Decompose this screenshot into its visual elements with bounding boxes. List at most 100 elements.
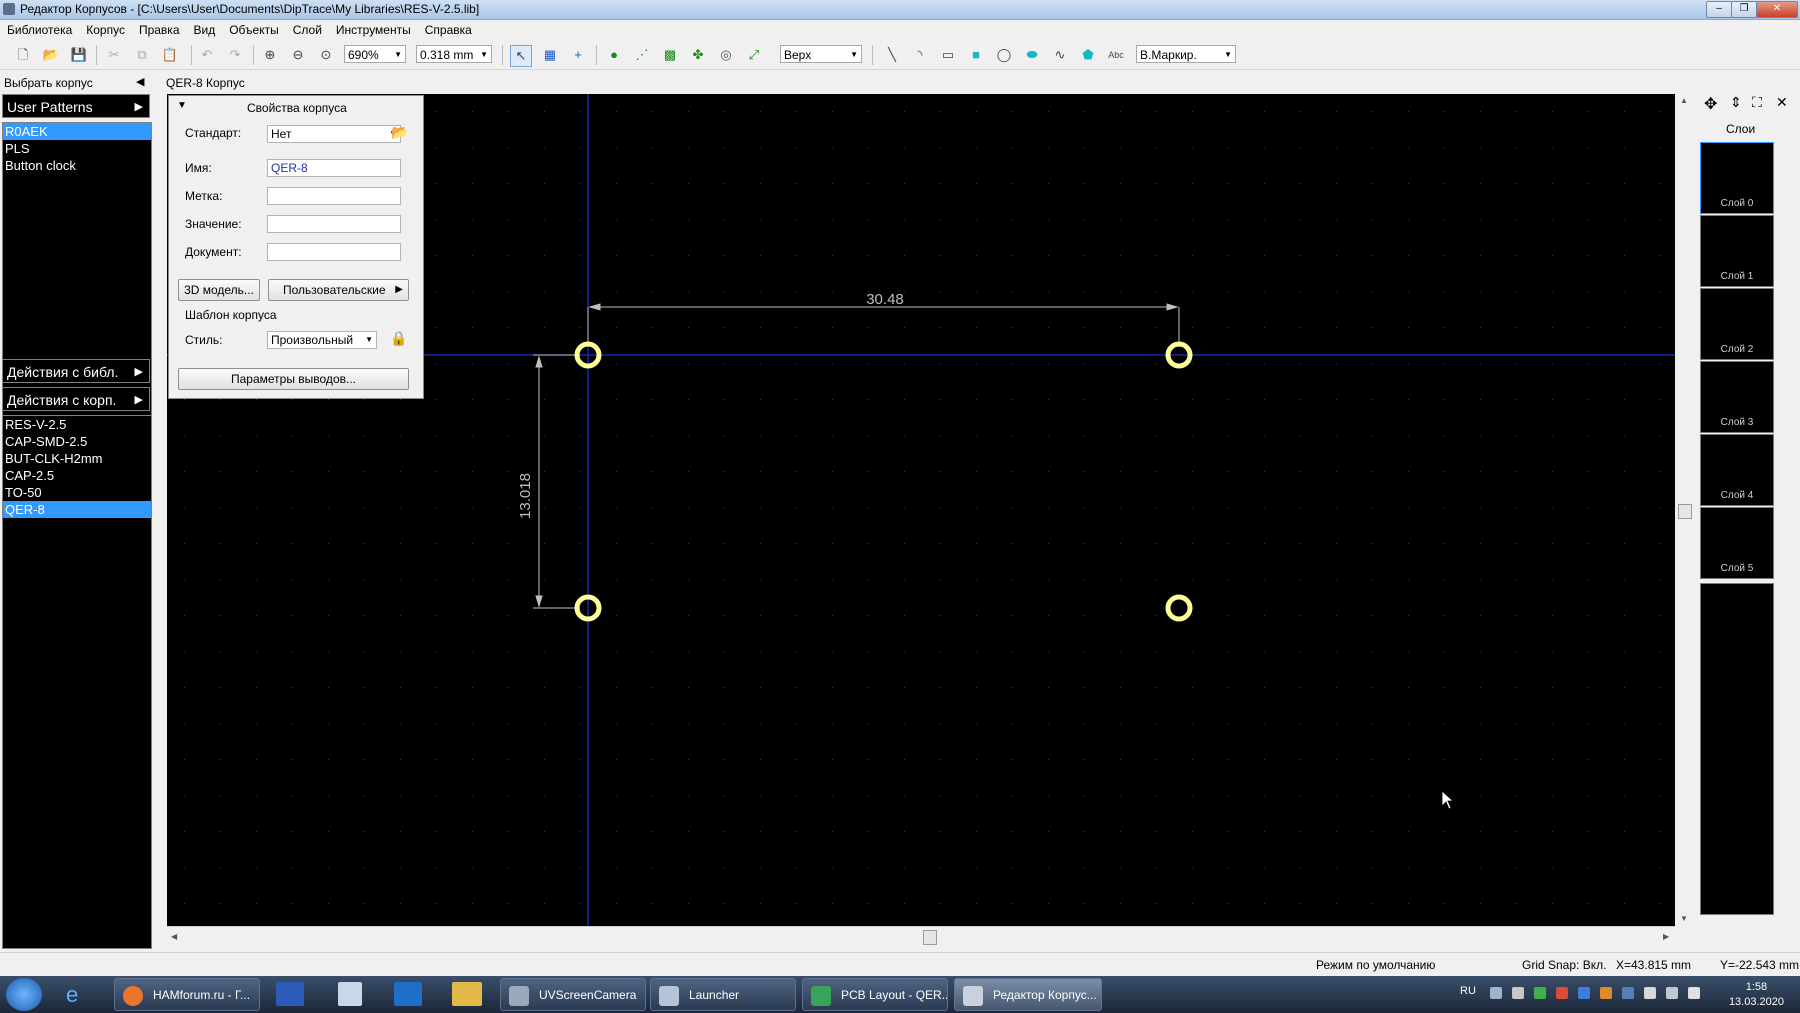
value-field[interactable]	[267, 215, 401, 233]
polyline-tool-icon[interactable]: ∿	[1050, 45, 1070, 65]
clock[interactable]: 1:58 13.03.2020	[1729, 980, 1784, 1010]
menu-view[interactable]: Вид	[187, 20, 223, 40]
user-patterns-button[interactable]: User Patterns ▶	[2, 94, 150, 118]
taskbar-item-pcb-layout[interactable]: PCB Layout - QER...	[802, 978, 948, 1011]
redo-icon[interactable]: ↷	[225, 45, 245, 65]
paste-icon[interactable]: 📋	[160, 45, 180, 65]
start-button[interactable]	[6, 978, 42, 1011]
close-window-button[interactable]: ✕	[1756, 1, 1798, 18]
taskbar-item-launcher[interactable]: Launcher	[650, 978, 796, 1011]
line-tool-icon[interactable]: ╲	[882, 45, 902, 65]
list-item[interactable]: TO-50	[3, 484, 151, 501]
save-icon[interactable]: 💾	[69, 45, 89, 65]
pad-parameters-button[interactable]: Параметры выводов...	[178, 368, 409, 390]
taskbar-item-firefox[interactable]: HAMforum.ru - Г...	[114, 978, 260, 1011]
new-icon[interactable]: 🗋	[13, 45, 33, 65]
copy-icon[interactable]: ⧉	[132, 45, 152, 65]
open-icon[interactable]: 📂	[41, 45, 61, 65]
network-icon[interactable]	[1666, 987, 1678, 999]
folder-icon[interactable]: 📂	[391, 124, 408, 141]
tray-icon[interactable]	[1600, 987, 1612, 999]
layer-thumbnail[interactable]: Слой 0	[1700, 142, 1774, 214]
tray-icon[interactable]	[1490, 987, 1502, 999]
list-item[interactable]: CAP-SMD-2.5	[3, 433, 151, 450]
list-item[interactable]: QER-8	[3, 501, 151, 518]
folder-icon[interactable]	[452, 982, 482, 1006]
vertical-scrollbar[interactable]: ▲ ▼	[1675, 94, 1695, 926]
standard-select[interactable]: Нет ▼	[267, 125, 401, 143]
sort-icon[interactable]: ⇕	[1730, 94, 1742, 111]
menu-tools[interactable]: Инструменты	[329, 20, 418, 40]
menu-layer[interactable]: Слой	[286, 20, 329, 40]
tray-icon[interactable]	[1534, 987, 1546, 999]
tray-icon[interactable]	[1556, 987, 1568, 999]
taskbar-item-pattern-editor[interactable]: Редактор Корпус...	[954, 978, 1102, 1011]
pan-tool-icon[interactable]: ▦	[540, 45, 560, 65]
list-item[interactable]: R0AEK	[3, 123, 151, 140]
3d-model-button[interactable]: 3D модель...	[178, 279, 260, 301]
volume-icon[interactable]	[1688, 987, 1700, 999]
layer-thumbnail[interactable]: Слой 5	[1700, 507, 1774, 579]
list-item[interactable]: CAP-2.5	[3, 467, 151, 484]
mark-field[interactable]	[267, 187, 401, 205]
pad-arc-icon[interactable]: ✤	[688, 45, 708, 65]
arc-tool-icon[interactable]: ◝	[910, 45, 930, 65]
list-item[interactable]: RES-V-2.5	[3, 416, 151, 433]
pad-row-icon[interactable]: ⋰	[632, 45, 652, 65]
tray-icon[interactable]	[1622, 987, 1634, 999]
menu-pattern[interactable]: Корпус	[79, 20, 132, 40]
zoom-in-icon[interactable]: ⊕	[260, 45, 280, 65]
move-icon[interactable]: ✥	[1704, 94, 1717, 114]
name-field[interactable]: QER-8	[267, 159, 401, 177]
zoom-combo[interactable]: 690% ▼	[344, 45, 406, 63]
zoom-out-icon[interactable]: ⊖	[288, 45, 308, 65]
select-tool-icon[interactable]: ↖	[510, 45, 532, 67]
document-field[interactable]	[267, 243, 401, 261]
cut-icon[interactable]: ✂	[104, 45, 124, 65]
measure-icon[interactable]: ⤢	[744, 45, 764, 65]
origin-tool-icon[interactable]: +	[568, 45, 588, 65]
polygon-tool-icon[interactable]: ⬟	[1078, 45, 1098, 65]
close-panel-icon[interactable]: ✕	[1776, 94, 1788, 111]
minimize-button[interactable]: –	[1706, 1, 1732, 18]
side-combo[interactable]: Верх ▼	[780, 45, 862, 63]
list-item[interactable]: Button clock	[3, 157, 151, 174]
pattern-actions-button[interactable]: Действия с корп. ▶	[2, 387, 150, 411]
lock-icon[interactable]: 🔒	[390, 330, 407, 347]
flag-icon[interactable]	[1644, 987, 1656, 999]
layer-thumbnail[interactable]: Слой 2	[1700, 288, 1774, 360]
undo-icon[interactable]: ↶	[197, 45, 217, 65]
user-parameters-button[interactable]: Пользовательские ▶	[268, 279, 409, 301]
filled-rectangle-icon[interactable]: ■	[966, 45, 986, 65]
text-tool-icon[interactable]: Abc	[1106, 45, 1126, 65]
menu-help[interactable]: Справка	[418, 20, 479, 40]
layer-combo[interactable]: В.Маркир. ▼	[1136, 45, 1236, 63]
tray-icon[interactable]	[1512, 987, 1524, 999]
rectangle-tool-icon[interactable]: ▭	[938, 45, 958, 65]
list-item[interactable]: BUT-CLK-H2mm	[3, 450, 151, 467]
maximize-button[interactable]: ❐	[1731, 1, 1757, 18]
pad-matrix-icon[interactable]: ▩	[660, 45, 680, 65]
collapse-panel-icon[interactable]: ◀	[136, 75, 144, 88]
layer-thumbnail[interactable]: Слой 1	[1700, 215, 1774, 287]
language-indicator[interactable]: RU	[1460, 985, 1476, 997]
ie-icon[interactable]: e	[66, 982, 78, 1008]
place-pad-icon[interactable]: ●	[604, 45, 624, 65]
fit-icon[interactable]: ⛶	[1752, 94, 1762, 111]
menu-library[interactable]: Библиотека	[0, 20, 79, 40]
hole-icon[interactable]: ◎	[716, 45, 736, 65]
ellipse-tool-icon[interactable]: ◯	[994, 45, 1014, 65]
floppy-icon[interactable]	[276, 982, 304, 1006]
layer-thumbnail[interactable]: Слой 3	[1700, 361, 1774, 433]
menu-objects[interactable]: Объекты	[222, 20, 286, 40]
outlook-icon[interactable]	[394, 982, 422, 1006]
menu-edit[interactable]: Правка	[132, 20, 187, 40]
calculator-icon[interactable]	[338, 982, 362, 1006]
layer-thumbnail[interactable]: Слой 4	[1700, 434, 1774, 506]
horizontal-scrollbar[interactable]: ◀ ▶	[167, 926, 1675, 947]
zoom-fit-icon[interactable]: ⊙	[316, 45, 336, 65]
taskbar-item-uvscreencamera[interactable]: UVScreenCamera	[500, 978, 646, 1011]
style-select[interactable]: Произвольный ▼	[267, 331, 377, 349]
collapse-arrow-icon[interactable]: ▼	[177, 100, 187, 111]
tray-icon[interactable]	[1578, 987, 1590, 999]
